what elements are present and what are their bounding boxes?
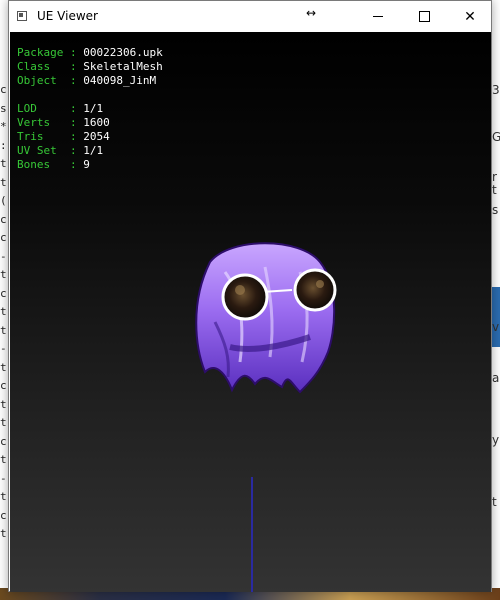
info-value: 1/1 xyxy=(83,144,104,157)
app-window-icon xyxy=(17,11,27,21)
info-value: 1600 xyxy=(83,116,110,129)
info-value: 2054 xyxy=(83,130,110,143)
info-label: LOD : xyxy=(17,102,84,115)
minimize-button[interactable] xyxy=(355,1,401,32)
ue-viewer-window[interactable]: UE Viewer ↔ ✕ Package : 00022306.upk Clas… xyxy=(8,0,492,592)
info-row: Object : 040098_JinM xyxy=(17,74,163,88)
info-label: UV Set : xyxy=(17,144,84,157)
background-char: t xyxy=(0,175,7,189)
background-char: - xyxy=(0,249,7,263)
info-label: Object : xyxy=(17,74,84,87)
close-icon: ✕ xyxy=(464,8,476,25)
asset-info-block: Package : 00022306.upk Class : SkeletalMe… xyxy=(17,46,163,88)
background-char: * xyxy=(0,120,7,133)
background-char: 3C xyxy=(492,83,500,97)
info-value: SkeletalMesh xyxy=(83,60,163,73)
maximize-icon xyxy=(418,11,430,22)
background-app-edge: 3CGrtsvayt xyxy=(492,75,500,580)
3d-viewport[interactable]: Package : 00022306.upk Class : SkeletalMe… xyxy=(10,32,491,592)
info-value: 9 xyxy=(83,158,90,171)
background-char: - xyxy=(0,471,7,485)
resize-horizontal-icon: ↔ xyxy=(306,6,317,20)
background-char: : xyxy=(0,138,7,152)
info-row: Tris : 2054 xyxy=(17,130,110,144)
background-char: s xyxy=(492,203,499,217)
info-row: Class : SkeletalMesh xyxy=(17,60,163,74)
background-char: y xyxy=(492,433,500,447)
info-label: Tris : xyxy=(17,130,84,143)
info-value: 040098_JinM xyxy=(83,74,157,87)
info-row: LOD : 1/1 xyxy=(17,102,110,116)
background-char: t xyxy=(0,397,7,411)
background-char: t xyxy=(0,453,7,466)
background-char: t xyxy=(0,157,7,170)
ground-axis-line xyxy=(251,477,253,592)
background-char: t xyxy=(0,268,7,281)
info-label: Package : xyxy=(17,46,84,59)
background-char: t xyxy=(492,495,497,509)
background-char: t xyxy=(0,323,7,337)
info-row: Package : 00022306.upk xyxy=(17,46,163,60)
close-button[interactable]: ✕ xyxy=(447,1,493,32)
mesh-stats-block: LOD : 1/1 Verts : 1600 Tris : 2054 UV Set :… xyxy=(17,102,110,172)
background-char: r xyxy=(492,170,497,184)
background-char: t xyxy=(0,305,7,318)
background-char: c xyxy=(0,508,7,522)
info-value: 00022306.upk xyxy=(83,46,163,59)
background-char: - xyxy=(0,342,7,355)
background-char: t xyxy=(0,360,7,374)
background-blue-panel xyxy=(492,287,500,347)
info-label: Bones : xyxy=(17,158,84,171)
info-row: Verts : 1600 xyxy=(17,116,110,130)
info-row: UV Set : 1/1 xyxy=(17,144,110,158)
info-row: Bones : 9 xyxy=(17,158,110,172)
background-char: a xyxy=(492,371,500,385)
minimize-icon xyxy=(373,16,383,17)
info-label: Class : xyxy=(17,60,84,73)
background-char: c xyxy=(0,286,7,300)
background-char: c xyxy=(0,212,7,226)
window-title: UE Viewer xyxy=(37,9,98,23)
background-char: c xyxy=(0,231,7,244)
info-value: 1/1 xyxy=(83,102,104,115)
background-char: c xyxy=(0,434,7,448)
background-char: t xyxy=(492,183,497,197)
background-char: G xyxy=(492,130,500,144)
background-char: v xyxy=(492,320,500,334)
background-char: ( xyxy=(0,194,7,207)
title-bar[interactable]: UE Viewer ↔ ✕ xyxy=(9,1,491,32)
background-char: t xyxy=(0,490,7,503)
info-label: Verts : xyxy=(17,116,84,129)
background-char: s xyxy=(0,101,7,115)
maximize-button[interactable] xyxy=(401,1,447,32)
hair-mesh xyxy=(195,242,336,394)
background-char: c xyxy=(0,83,7,96)
background-char: t xyxy=(0,416,7,429)
background-char: t xyxy=(0,527,7,540)
skeletal-mesh-preview[interactable] xyxy=(170,232,350,412)
background-char: c xyxy=(0,379,7,392)
